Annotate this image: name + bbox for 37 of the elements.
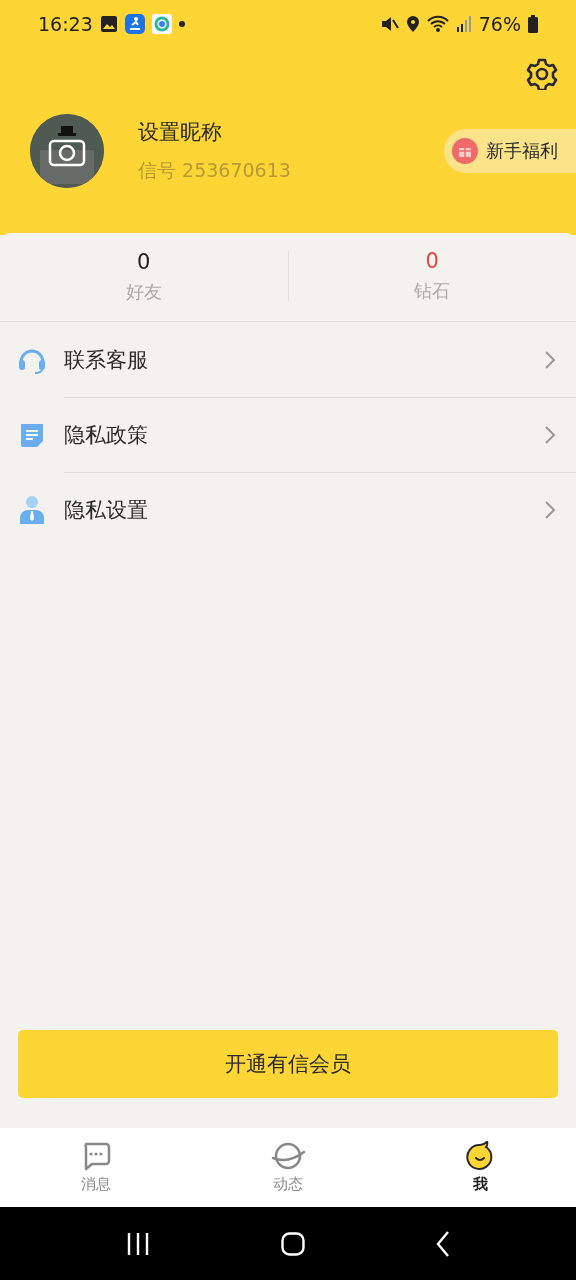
signal-icon xyxy=(455,15,472,33)
app-icon xyxy=(151,14,172,34)
person-icon xyxy=(18,494,46,525)
menu-item[interactable]: 联系客服 xyxy=(0,322,576,397)
menu-item[interactable]: 隐私设置 xyxy=(0,472,576,547)
vip-button[interactable]: 开通有信会员 xyxy=(18,1030,558,1098)
clock: 16:23 xyxy=(38,13,93,35)
stat-value: 0 xyxy=(425,249,439,273)
battery-icon xyxy=(528,15,538,33)
battery-percent: 76% xyxy=(478,13,521,35)
dot-icon xyxy=(178,21,185,27)
stat-label: 钻石 xyxy=(414,279,451,303)
tab[interactable]: 动态 xyxy=(192,1128,384,1207)
mute-icon xyxy=(380,15,399,33)
chevron-icon xyxy=(544,349,556,370)
wifi-icon xyxy=(426,15,449,33)
planet-icon xyxy=(270,1141,306,1171)
location-icon xyxy=(405,15,420,33)
gift-icon xyxy=(452,138,478,164)
tab[interactable]: 我 xyxy=(384,1128,576,1207)
camera-avatar-icon[interactable] xyxy=(30,114,104,188)
back-icon[interactable] xyxy=(436,1230,451,1257)
welfare-button[interactable]: 新手福利 xyxy=(444,129,576,173)
chevron-icon xyxy=(544,499,556,520)
menu-item[interactable]: 隐私政策 xyxy=(0,397,576,472)
account-id: 信号 253670613 xyxy=(138,158,292,183)
app-icon xyxy=(124,14,145,34)
tab[interactable]: 消息 xyxy=(0,1128,192,1207)
recent-apps-icon[interactable] xyxy=(125,1231,150,1256)
chevron-icon xyxy=(544,424,556,445)
home-icon[interactable] xyxy=(281,1231,305,1256)
image-icon xyxy=(99,15,118,33)
settings-icon[interactable] xyxy=(526,58,558,90)
stat-label: 好友 xyxy=(125,280,162,304)
nickname[interactable]: 设置昵称 xyxy=(138,118,444,146)
chat-icon xyxy=(81,1141,111,1171)
stat-value: 0 xyxy=(137,250,151,274)
